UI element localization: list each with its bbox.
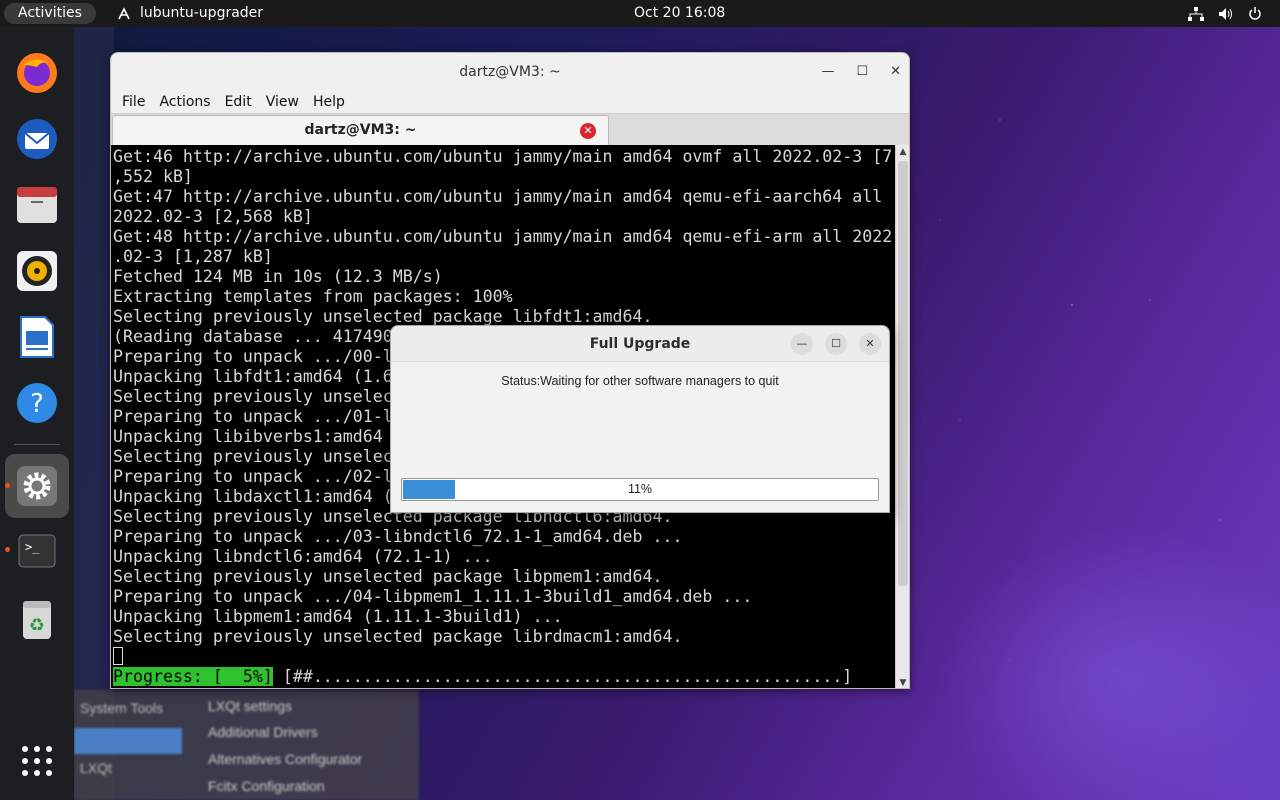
menu-item: Alternatives Configurator [208,751,363,767]
terminal-line: Get:48 http://archive.ubuntu.com/ubuntu … [113,227,893,246]
terminal-line: .02-3 [1,287 kB] [113,247,273,266]
svg-text:>_: >_ [25,540,40,554]
terminal-line: Selecting previously unselected package … [113,307,653,326]
dock-separator [14,444,60,445]
background-app-menu: System Tools LXQt LXQt settings Addition… [74,690,419,800]
settings-icon[interactable] [14,463,60,509]
apt-progress-line: Progress: [ 5%] [##.....................… [113,667,895,687]
menu-category: LXQt [80,760,112,776]
terminal-tab[interactable]: dartz@VM3: ~ ✕ [112,115,609,146]
dialog-status-text: Status:Waiting for other software manage… [501,374,779,388]
terminal-line: Unpacking libndctl6:amd64 (72.1-1) ... [113,547,493,566]
dialog-minimize-button[interactable]: — [791,333,813,355]
close-button[interactable]: ✕ [890,53,901,91]
volume-icon[interactable] [1218,7,1234,21]
scroll-down-icon[interactable]: ▼ [896,676,909,688]
terminal-scrollbar[interactable]: ▲ ▼ [895,145,909,688]
app-icon [118,6,130,19]
menu-highlight [74,728,182,754]
terminal-line: Extracting templates from packages: 100% [113,287,513,306]
terminal-cursor-line [113,647,895,667]
terminal-line: Selecting previously unselected package … [113,567,663,586]
terminal-line: Preparing to unpack .../04-libpmem1_1.11… [113,587,753,606]
firefox-icon[interactable] [14,50,60,96]
terminal-line: Fetched 124 MB in 10s (12.3 MB/s) [113,267,443,286]
terminal-titlebar[interactable]: dartz@VM3: ~ — ☐ ✕ [111,53,909,91]
menu-actions[interactable]: Actions [152,91,217,113]
clock[interactable]: Oct 20 16:08 [634,0,725,27]
trash-icon[interactable]: ♻ [14,596,60,642]
terminal-line: Unpacking libpmem1:amd64 (1.11.1-3build1… [113,607,563,626]
menu-edit[interactable]: Edit [218,91,259,113]
terminal-tabbar: dartz@VM3: ~ ✕ [111,113,909,146]
upgrade-progress-bar: 11% [401,478,879,501]
progress-label: 11% [627,482,653,496]
app-name-label: lubuntu-upgrader [140,5,264,21]
show-apps-icon[interactable] [14,738,60,784]
minimize-button[interactable]: — [821,53,834,91]
dialog-titlebar[interactable]: Full Upgrade — ☐ ✕ [391,326,889,362]
network-icon[interactable] [1188,6,1204,21]
terminal-title: dartz@VM3: ~ [459,64,561,80]
scrollbar-thumb[interactable] [898,161,908,586]
activities-button[interactable]: Activities [4,3,96,24]
terminal-cursor [113,647,123,665]
menu-category: System Tools [80,700,163,716]
terminal-line: Preparing to unpack .../03-libndctl6_72.… [113,527,683,546]
menu-help[interactable]: Help [306,91,352,113]
files-icon[interactable] [14,182,60,228]
terminal-menubar: File Actions Edit View Help [111,91,909,113]
dialog-close-button[interactable]: ✕ [859,333,881,355]
wallpaper-glow [900,500,1280,800]
dock: ? >_ ♻ [0,27,74,800]
menu-item: Additional Drivers [208,724,318,740]
close-tab-icon[interactable]: ✕ [580,123,596,139]
maximize-button[interactable]: ☐ [856,53,868,91]
menu-file[interactable]: File [115,91,152,113]
svg-text:♻: ♻ [29,615,45,636]
writer-icon[interactable] [14,314,60,360]
dialog-title: Full Upgrade [589,336,691,352]
apt-progress-bar: [##.....................................… [272,667,853,686]
menu-item: Fcitx Configuration [208,778,325,794]
app-menu[interactable]: lubuntu-upgrader [116,0,263,27]
full-upgrade-dialog[interactable]: Full Upgrade — ☐ ✕ Status:Waiting for ot… [390,325,890,513]
terminal-line: ,552 kB] [113,167,193,186]
terminal-line: Selecting previously unselected package … [113,627,683,646]
power-icon[interactable] [1248,6,1262,21]
dialog-maximize-button[interactable]: ☐ [825,333,847,355]
help-icon[interactable]: ? [14,380,60,426]
apt-progress-label: Progress: [ 5%] [113,667,273,686]
terminal-tab-label: dartz@VM3: ~ [304,122,417,138]
running-indicator [5,483,10,488]
top-bar: Activities lubuntu-upgrader Oct 20 16:08 [0,0,1280,27]
menu-view[interactable]: View [259,91,306,113]
svg-text:?: ? [30,389,44,419]
scroll-up-icon[interactable]: ▲ [896,145,909,159]
terminal-icon[interactable]: >_ [14,528,60,574]
thunderbird-icon[interactable] [14,116,60,162]
desktop-icons-area [74,27,114,800]
terminal-line: 2022.02-3 [2,568 kB] [113,207,313,226]
terminal-line: Get:46 http://archive.ubuntu.com/ubuntu … [113,147,893,166]
terminal-line: Get:47 http://archive.ubuntu.com/ubuntu … [113,187,883,206]
rhythmbox-icon[interactable] [14,248,60,294]
menu-item: LXQt settings [208,698,293,714]
system-tray[interactable] [1188,0,1262,27]
running-indicator [5,547,10,552]
